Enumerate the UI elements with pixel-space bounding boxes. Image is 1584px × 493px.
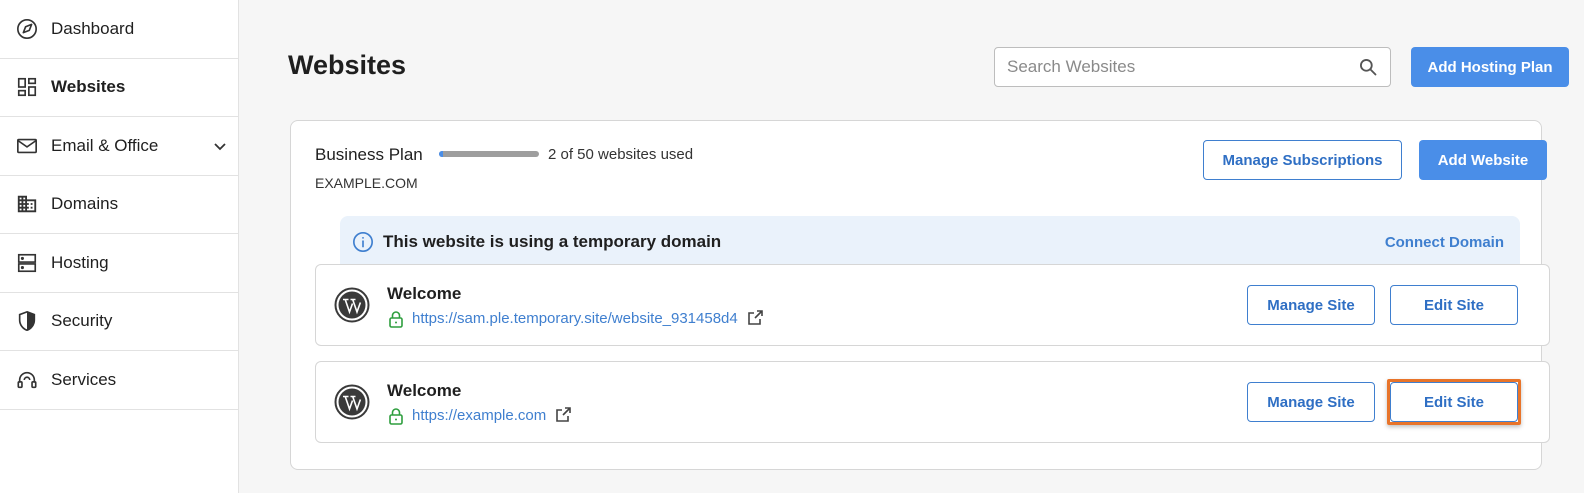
usage-text: 2 of 50 websites used (548, 146, 694, 163)
add-website-button[interactable]: Add Website (1419, 140, 1547, 180)
site-title: Welcome (387, 284, 462, 303)
site-url-link[interactable]: https://sam.ple.temporary.site/website_9… (412, 310, 738, 327)
site-row: Welcome https://sam.ple.temporary.site/w… (315, 264, 1550, 346)
sidebar-item-label: Domains (51, 194, 119, 214)
sidebar-item-label: Dashboard (51, 18, 135, 38)
wordpress-icon (334, 287, 370, 323)
temporary-domain-banner: This website is using a temporary domain… (340, 216, 1520, 268)
site-row: Welcome https://example.com Manage Site … (315, 361, 1550, 443)
external-link-icon[interactable] (746, 309, 764, 327)
grid-icon (16, 76, 38, 98)
add-hosting-plan-button[interactable]: Add Hosting Plan (1411, 47, 1569, 87)
sidebar-item-domains[interactable]: Domains (0, 176, 238, 234)
banner-text: This website is using a temporary domain (383, 232, 722, 251)
sidebar-item-websites[interactable]: Websites (0, 59, 238, 117)
manage-site-button[interactable]: Manage Site (1247, 382, 1375, 422)
site-url-group: https://example.com (412, 406, 572, 424)
sidebar: Dashboard Websites Email & Office Domain… (0, 0, 239, 493)
site-title: Welcome (387, 381, 462, 400)
plan-card: Business Plan 2 of 50 websites used EXAM… (290, 120, 1550, 470)
page-title: Websites (288, 50, 407, 80)
mail-icon (16, 135, 38, 157)
sidebar-item-label: Websites (51, 77, 126, 97)
sidebar-item-hosting[interactable]: Hosting (0, 234, 238, 293)
sidebar-item-label: Security (51, 311, 113, 331)
lock-icon (389, 311, 403, 328)
lock-icon (389, 408, 403, 425)
edit-site-button[interactable]: Edit Site (1390, 285, 1518, 325)
sidebar-item-label: Services (51, 369, 117, 389)
external-link-icon[interactable] (554, 406, 572, 424)
sidebar-item-email-office[interactable]: Email & Office (0, 117, 238, 176)
plan-name: Business Plan (315, 145, 423, 164)
site-url-link[interactable]: https://example.com (412, 407, 546, 424)
site-url-group: https://sam.ple.temporary.site/website_9… (412, 309, 764, 327)
compass-icon (16, 18, 38, 40)
chevron-down-icon[interactable] (212, 138, 228, 154)
edit-site-button[interactable]: Edit Site (1390, 382, 1518, 422)
search-input[interactable] (995, 48, 1390, 86)
server-icon (16, 252, 38, 274)
sidebar-item-dashboard[interactable]: Dashboard (0, 0, 238, 59)
sidebar-item-services[interactable]: Services (0, 351, 238, 410)
sidebar-item-security[interactable]: Security (0, 293, 238, 351)
headset-icon (16, 369, 38, 391)
wordpress-icon (334, 384, 370, 420)
manage-subscriptions-button[interactable]: Manage Subscriptions (1203, 140, 1402, 180)
building-icon (16, 193, 38, 215)
usage-bar-fill (439, 151, 443, 157)
plan-domain: EXAMPLE.COM (315, 175, 418, 191)
info-icon (353, 232, 373, 252)
search-box (994, 47, 1391, 87)
shield-icon (16, 310, 38, 332)
usage-bar (439, 151, 539, 157)
sidebar-item-label: Hosting (51, 252, 109, 272)
connect-domain-link[interactable]: Connect Domain (1385, 234, 1504, 251)
search-icon[interactable] (1358, 57, 1378, 77)
manage-site-button[interactable]: Manage Site (1247, 285, 1375, 325)
sidebar-item-label: Email & Office (51, 135, 159, 155)
